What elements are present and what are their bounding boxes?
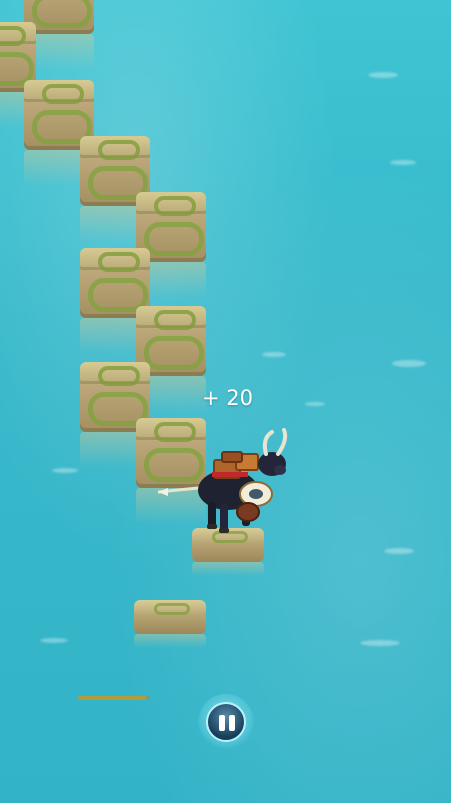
water-ripple — [360, 640, 400, 646]
stone-platform — [134, 600, 206, 648]
water-ripple — [305, 402, 325, 406]
progress-fill — [78, 696, 147, 700]
game-stage[interactable]: + 20 — [0, 0, 451, 803]
score-popup: + 20 — [202, 386, 253, 410]
water-ripple — [384, 548, 414, 554]
water-ripple — [40, 638, 68, 643]
water-ripple — [52, 468, 78, 473]
water-ripple — [262, 352, 286, 357]
water-ripple — [368, 72, 398, 78]
water-ripple — [392, 360, 426, 367]
player-character — [158, 428, 288, 533]
pause-icon — [206, 702, 246, 742]
water-ripple — [390, 160, 416, 165]
pause-button[interactable] — [198, 694, 254, 750]
progress-bar — [78, 696, 150, 700]
